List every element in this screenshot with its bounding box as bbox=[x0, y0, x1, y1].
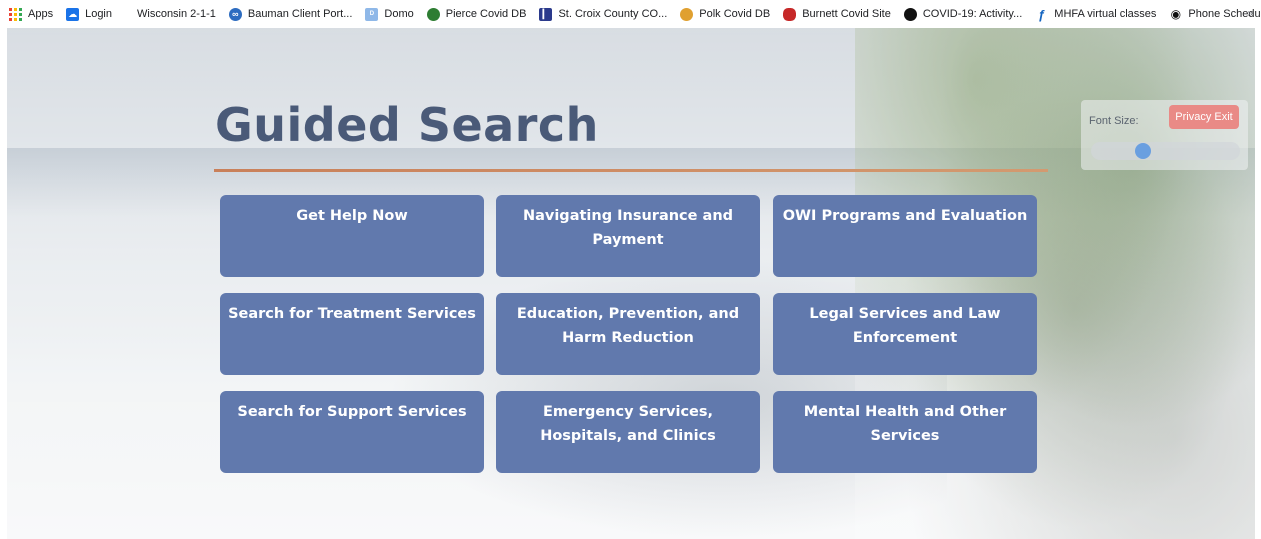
bookmark-domo[interactable]: D Domo bbox=[365, 7, 414, 21]
globe-icon bbox=[426, 7, 440, 21]
bookmark-polk[interactable]: Polk Covid DB bbox=[680, 7, 771, 21]
bookmark-label: Wisconsin 2-1-1 bbox=[137, 8, 216, 20]
bookmark-apps[interactable]: Apps bbox=[9, 7, 54, 21]
bookmark-mhfa[interactable]: ƒ MHFA virtual classes bbox=[1035, 6, 1157, 22]
page-title: Guided Search bbox=[215, 98, 599, 152]
apps-grid-icon bbox=[9, 7, 22, 21]
font-size-label: Font Size: bbox=[1089, 115, 1139, 127]
bookmark-label: Pierce Covid DB bbox=[445, 8, 527, 20]
covid-icon bbox=[903, 7, 917, 21]
bookmark-covid-activity[interactable]: COVID-19: Activity... bbox=[903, 7, 1023, 21]
support-services-button[interactable]: Search for Support Services bbox=[220, 391, 484, 473]
mental-health-button[interactable]: Mental Health and Other Services bbox=[773, 391, 1037, 473]
bookmarks-overflow-button[interactable]: » bbox=[1247, 8, 1253, 19]
bookmark-label: St. Croix County CO... bbox=[558, 8, 668, 20]
phone-schedule-icon: ◉ bbox=[1170, 7, 1182, 21]
page-background: Guided Search Get Help Now Navigating In… bbox=[7, 28, 1255, 539]
bookmark-label: Apps bbox=[28, 8, 54, 20]
legal-services-button[interactable]: Legal Services and Law Enforcement bbox=[773, 293, 1037, 375]
font-size-slider[interactable] bbox=[1091, 142, 1240, 160]
education-prevention-button[interactable]: Education, Prevention, and Harm Reductio… bbox=[496, 293, 760, 375]
bookmark-label: MHFA virtual classes bbox=[1054, 8, 1157, 20]
bauman-icon: ∞ bbox=[228, 7, 242, 21]
bookmarks-bar: Apps ☁ Login Wisconsin 2-1-1 ∞ Bauman Cl… bbox=[0, 0, 1261, 28]
bookmark-label: Burnett Covid Site bbox=[802, 8, 891, 20]
bookmark-bauman[interactable]: ∞ Bauman Client Port... bbox=[228, 7, 353, 21]
bookmark-pierce[interactable]: Pierce Covid DB bbox=[426, 7, 527, 21]
title-divider bbox=[214, 169, 1048, 172]
domo-icon: D bbox=[365, 7, 379, 21]
privacy-exit-button[interactable]: Privacy Exit bbox=[1169, 105, 1239, 129]
bookmark-label: Polk Covid DB bbox=[699, 8, 771, 20]
font-size-panel: Font Size: Privacy Exit bbox=[1081, 100, 1248, 170]
cloud-icon: ☁ bbox=[66, 7, 80, 21]
bookmark-burnett[interactable]: Burnett Covid Site bbox=[783, 7, 891, 21]
owi-programs-button[interactable]: OWI Programs and Evaluation bbox=[773, 195, 1037, 277]
font-size-slider-thumb[interactable] bbox=[1135, 143, 1151, 159]
get-help-now-button[interactable]: Get Help Now bbox=[220, 195, 484, 277]
mhfa-icon: ƒ bbox=[1038, 6, 1046, 22]
treatment-services-button[interactable]: Search for Treatment Services bbox=[220, 293, 484, 375]
polk-icon bbox=[680, 7, 694, 21]
bookmark-label: Domo bbox=[384, 8, 414, 20]
bookmark-st-croix[interactable]: ▎ St. Croix County CO... bbox=[539, 7, 668, 21]
bookmark-label: Bauman Client Port... bbox=[247, 8, 353, 20]
bar-chart-icon: ▎ bbox=[539, 7, 553, 21]
bookmark-label: COVID-19: Activity... bbox=[922, 8, 1023, 20]
bookmark-wisconsin-211[interactable]: Wisconsin 2-1-1 bbox=[137, 8, 216, 20]
emergency-services-button[interactable]: Emergency Services, Hospitals, and Clini… bbox=[496, 391, 760, 473]
bookmark-label: Login bbox=[85, 8, 112, 20]
bookmark-login[interactable]: ☁ Login bbox=[66, 7, 112, 21]
burnett-icon bbox=[783, 7, 797, 21]
insurance-payment-button[interactable]: Navigating Insurance and Payment bbox=[496, 195, 760, 277]
